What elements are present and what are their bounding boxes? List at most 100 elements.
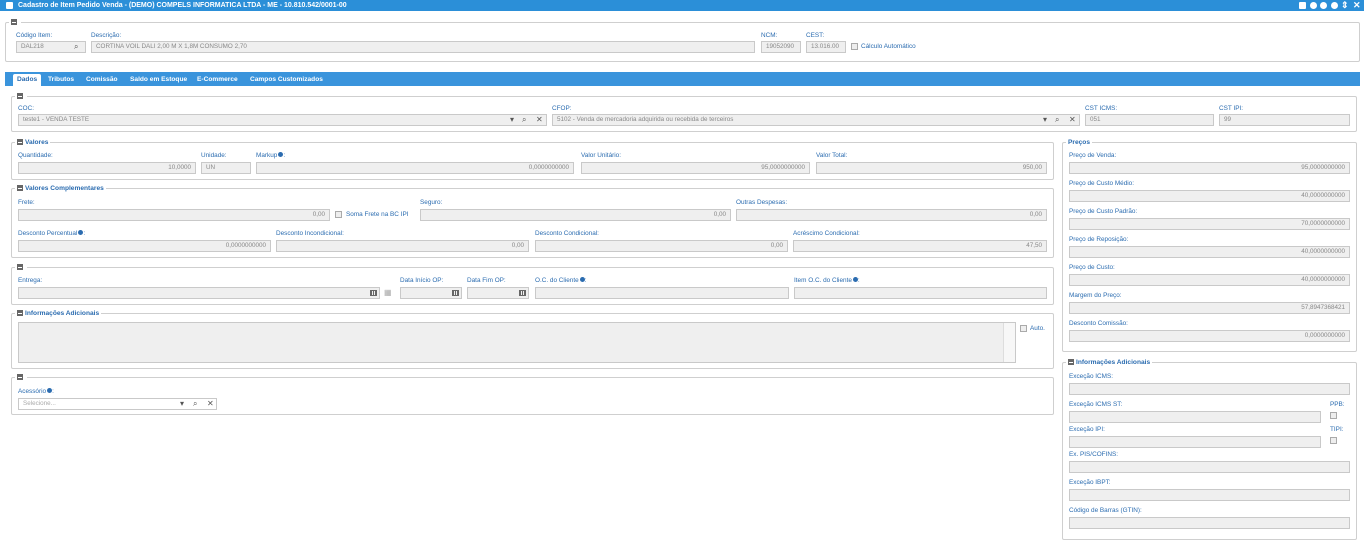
cfop-label: CFOP: <box>552 105 572 112</box>
print-icon[interactable] <box>1299 2 1306 9</box>
markup-field[interactable]: 0,0000000000 <box>256 162 574 174</box>
excecao-icms-st-field[interactable] <box>1069 411 1321 423</box>
coc-label: COC: <box>18 105 34 112</box>
acrescimo-field[interactable]: 47,50 <box>793 240 1047 252</box>
chevron-down-icon[interactable]: ▾ <box>180 399 184 409</box>
tab-dados[interactable]: Dados <box>13 74 42 86</box>
maximize-icon[interactable]: ⇕ <box>1341 0 1349 11</box>
desc-incond-field[interactable]: 0,00 <box>276 240 529 252</box>
oc-cliente-label: O.C. do Cliente: <box>535 277 587 284</box>
collapse-icon[interactable] <box>17 310 23 316</box>
valores-legend: Valores <box>25 139 49 146</box>
coc-select[interactable]: teste1 - VENDA TESTE <box>18 114 547 126</box>
ncm-field[interactable]: 19052090 <box>761 41 801 53</box>
margem-field[interactable]: 57,8947368421 <box>1069 302 1350 314</box>
tab-ecommerce[interactable]: E-Commerce <box>197 74 238 86</box>
quantidade-field[interactable]: 10,0000 <box>18 162 196 174</box>
preco-custo-label: Preço de Custo: <box>1069 264 1115 271</box>
excecao-ibpt-label: Exceção IBPT: <box>1069 479 1111 486</box>
calculo-checkbox[interactable] <box>851 43 858 50</box>
desc-perc-field[interactable]: 0,0000000000 <box>18 240 271 252</box>
excecao-icms-field[interactable] <box>1069 383 1350 395</box>
valor-unitario-field[interactable]: 95,0000000000 <box>581 162 810 174</box>
collapse-icon[interactable] <box>17 374 23 380</box>
search-icon[interactable]: ⌕ <box>74 42 78 52</box>
tab-tributos[interactable]: Tributos <box>48 74 74 86</box>
clear-icon[interactable]: ✕ <box>207 399 214 409</box>
close-icon[interactable]: ✕ <box>1353 0 1361 11</box>
tipi-checkbox[interactable] <box>1330 437 1337 444</box>
valor-total-field[interactable]: 950,00 <box>816 162 1047 174</box>
outras-despesas-field[interactable]: 0,00 <box>736 209 1047 221</box>
clear-icon[interactable]: ✕ <box>1069 115 1076 125</box>
cst-icms-field[interactable]: 051 <box>1085 114 1214 126</box>
oc-cliente-field[interactable] <box>535 287 789 299</box>
custo-medio-field[interactable]: 40,0000000000 <box>1069 190 1350 202</box>
search-icon[interactable]: ⌕ <box>522 115 526 125</box>
ex-pis-cofins-label: Ex. PIS/COFINS: <box>1069 451 1119 458</box>
collapse-icon[interactable] <box>1068 359 1074 365</box>
preco-venda-field[interactable]: 95,0000000000 <box>1069 162 1350 174</box>
collapse-icon[interactable] <box>17 93 23 99</box>
tab-comissao[interactable]: Comissão <box>86 74 118 86</box>
custo-padrao-field[interactable]: 70,0000000000 <box>1069 218 1350 230</box>
collapse-icon[interactable] <box>11 19 17 25</box>
ppb-checkbox[interactable] <box>1330 412 1337 419</box>
forward-icon[interactable] <box>1331 2 1338 9</box>
cfop-select[interactable]: 5102 - Venda de mercadoria adquirida ou … <box>552 114 1080 126</box>
auto-label: Auto. <box>1030 325 1045 332</box>
acrescimo-label: Acréscimo Condicional: <box>793 230 860 237</box>
info-right-legend: Informações Adicionais <box>1076 359 1151 366</box>
descricao-label: Descrição: <box>91 32 122 39</box>
desc-incond-label: Desconto Incondicional: <box>276 230 344 237</box>
excecao-ibpt-field[interactable] <box>1069 489 1350 501</box>
seguro-field[interactable]: 0,00 <box>420 209 731 221</box>
cst-ipi-field[interactable]: 99 <box>1219 114 1350 126</box>
ex-pis-cofins-field[interactable] <box>1069 461 1350 473</box>
calendar-icon[interactable] <box>452 290 459 296</box>
collapse-icon[interactable] <box>17 185 23 191</box>
calculator-icon[interactable]: ▦ <box>384 288 392 298</box>
collapse-icon[interactable] <box>17 139 23 145</box>
excecao-ipi-field[interactable] <box>1069 436 1321 448</box>
item-oc-field[interactable] <box>794 287 1047 299</box>
entrega-field[interactable] <box>18 287 380 299</box>
codigo-barras-field[interactable] <box>1069 517 1350 529</box>
textarea-scrollbar[interactable] <box>1003 323 1015 362</box>
desc-cond-field[interactable]: 0,00 <box>535 240 788 252</box>
tab-campos-customizados[interactable]: Campos Customizados <box>250 74 323 86</box>
help-icon[interactable] <box>1320 2 1327 9</box>
search-icon[interactable]: ⌕ <box>1055 115 1059 125</box>
calendar-icon[interactable] <box>519 290 526 296</box>
preco-custo-field[interactable]: 40,0000000000 <box>1069 274 1350 286</box>
cst-icms-label: CST ICMS: <box>1085 105 1118 112</box>
item-panel-toggle[interactable] <box>9 18 21 27</box>
clear-icon[interactable]: ✕ <box>536 115 543 125</box>
tipi-label: TIPI: <box>1330 426 1344 433</box>
collapse-icon[interactable] <box>17 264 23 270</box>
reposicao-label: Preço de Reposição: <box>1069 236 1129 243</box>
reposicao-field[interactable]: 40,0000000000 <box>1069 246 1350 258</box>
info-legend: Informações Adicionais <box>25 310 100 317</box>
frete-field[interactable]: 0,00 <box>18 209 330 221</box>
valor-unitario-label: Valor Unitário: <box>581 152 622 159</box>
chevron-down-icon[interactable]: ▾ <box>510 115 514 125</box>
ncm-label: NCM: <box>761 32 778 39</box>
unidade-field[interactable]: UN <box>201 162 251 174</box>
data-inicio-label: Data Início OP: <box>400 277 444 284</box>
soma-frete-checkbox[interactable] <box>335 211 342 218</box>
search-icon[interactable]: ⌕ <box>193 399 197 409</box>
window-titlebar: Cadastro de Item Pedido Venda - (DEMO) C… <box>0 0 1364 11</box>
acessorio-select[interactable]: Selecione... <box>18 398 217 410</box>
tab-saldo-estoque[interactable]: Saldo em Estoque <box>130 74 187 86</box>
info-textarea[interactable] <box>18 322 1016 363</box>
margem-label: Margem do Preço: <box>1069 292 1122 299</box>
auto-checkbox[interactable] <box>1020 325 1027 332</box>
chevron-down-icon[interactable]: ▾ <box>1043 115 1047 125</box>
cest-field[interactable]: 13.016.00 <box>806 41 846 53</box>
custo-padrao-label: Preço de Custo Padrão: <box>1069 208 1138 215</box>
calendar-icon[interactable] <box>370 290 377 296</box>
back-icon[interactable] <box>1310 2 1317 9</box>
descricao-field[interactable]: CORTINA VOIL DALI 2,00 M X 1,8M CONSUMO … <box>91 41 755 53</box>
desc-comissao-field[interactable]: 0,0000000000 <box>1069 330 1350 342</box>
